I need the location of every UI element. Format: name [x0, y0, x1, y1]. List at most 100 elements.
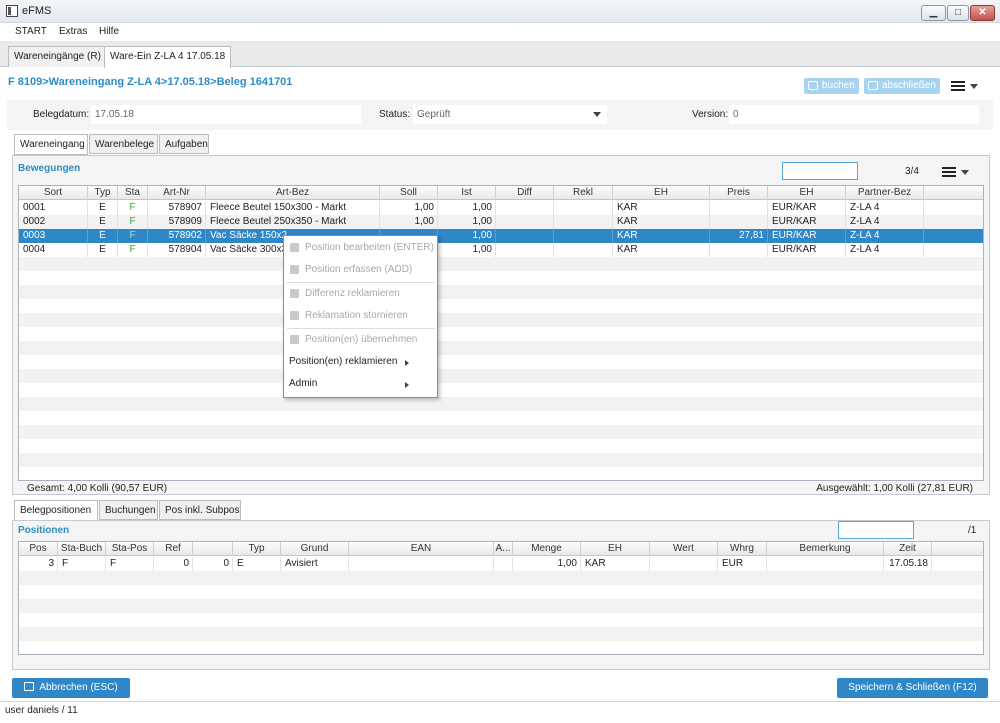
doc-tab-wareneingaenge[interactable]: Wareneingänge (R)	[8, 46, 107, 67]
tab-aufgaben[interactable]: Aufgaben	[159, 134, 209, 154]
tab-wareneingang[interactable]: Wareneingang	[14, 134, 88, 155]
cell-eh: KAR	[613, 215, 710, 229]
ctx-reklamation-stornieren[interactable]: Reklamation stornieren	[284, 305, 437, 327]
col-sort[interactable]: Sort	[19, 186, 88, 200]
empty-row	[19, 285, 983, 299]
ctx-positionen-uebernehmen[interactable]: Position(en) übernehmen	[284, 329, 437, 351]
col-ref2[interactable]	[193, 542, 233, 556]
col-rekl[interactable]: Rekl	[554, 186, 613, 200]
col-art-bez[interactable]: Art-Bez	[206, 186, 380, 200]
beleg-info-panel: Belegdatum: 17.05.18 Status: Geprüft Ver…	[7, 100, 993, 130]
positionen-table[interactable]: Pos Sta-Buch Sta-Pos Ref Typ Grund EAN A…	[18, 541, 984, 655]
table-row-selected[interactable]: 0003 E F 578902 Vac Säcke 150x2 1,00 KAR…	[19, 229, 983, 243]
col-eh[interactable]: EH	[581, 542, 650, 556]
minimize-button[interactable]: ▁	[921, 5, 946, 21]
cell-typ: E	[88, 201, 118, 215]
col-art-nr[interactable]: Art-Nr	[148, 186, 206, 200]
col-sta[interactable]: Sta	[118, 186, 148, 200]
table-row[interactable]: 0001 E F 578907 Fleece Beutel 150x300 - …	[19, 201, 983, 215]
breadcrumb: F 8109>Wareneingang Z-LA 4>17.05.18>Bele…	[8, 76, 293, 88]
close-button[interactable]: ✕	[970, 5, 995, 21]
cancel-label: Abbrechen (ESC)	[39, 682, 118, 693]
cell-ist: 1,00	[438, 201, 496, 215]
empty-row	[19, 627, 983, 641]
bewegungen-table[interactable]: Sort Typ Sta Art-Nr Art-Bez Soll Ist Dif…	[18, 185, 984, 481]
cell-wert	[650, 557, 718, 571]
col-eh[interactable]: EH	[613, 186, 710, 200]
ctx-label: Position(en) reklamieren	[289, 356, 398, 367]
cell-diff	[496, 201, 554, 215]
col-pos[interactable]: Pos	[19, 542, 58, 556]
save-close-button[interactable]: Speichern & Schließen (F12)	[837, 678, 988, 698]
menu-start[interactable]: START	[15, 26, 47, 37]
empty-row	[19, 397, 983, 411]
positionen-panel: Positionen /1 Pos Sta-Buch Sta-Pos Ref T…	[12, 520, 990, 670]
chevron-down-icon[interactable]	[970, 84, 978, 89]
ctx-positionen-reklamieren[interactable]: Position(en) reklamieren	[284, 351, 437, 373]
ctx-admin[interactable]: Admin	[284, 373, 437, 395]
col-partner-bez[interactable]: Partner-Bez	[846, 186, 924, 200]
cell-preis: 27,81	[710, 229, 768, 243]
col-wert[interactable]: Wert	[650, 542, 718, 556]
bewegungen-menu-icon[interactable]	[942, 167, 956, 177]
col-preis[interactable]: Preis	[710, 186, 768, 200]
positionen-search-input[interactable]	[838, 521, 914, 539]
col-whrg[interactable]: Whrg	[718, 542, 767, 556]
ctx-position-bearbeiten[interactable]: Position bearbeiten (ENTER)	[284, 237, 437, 259]
col-zeit[interactable]: Zeit	[884, 542, 932, 556]
table-row[interactable]: 0002 E F 578909 Fleece Beutel 250x350 - …	[19, 215, 983, 229]
cell-partner-bez: Z-LA 4	[846, 215, 924, 229]
menu-extras[interactable]: Extras	[59, 26, 87, 37]
status-select[interactable]: Geprüft	[413, 105, 607, 124]
empty-row	[19, 571, 983, 585]
col-a[interactable]: A...	[494, 542, 513, 556]
app-icon	[6, 5, 18, 17]
menu-icon[interactable]	[951, 81, 965, 91]
menu-hilfe[interactable]: Hilfe	[99, 26, 119, 37]
col-eh2[interactable]: EH	[768, 186, 846, 200]
col-ref[interactable]: Ref	[154, 542, 193, 556]
col-soll[interactable]: Soll	[380, 186, 438, 200]
table-row[interactable]: 0004 E F 578904 Vac Säcke 300x35 1,00 KA…	[19, 243, 983, 257]
belegdatum-field[interactable]: 17.05.18	[91, 105, 361, 124]
cell-sta-buch: F	[58, 557, 106, 571]
buchen-button[interactable]: buchen	[804, 78, 859, 94]
ctx-position-erfassen[interactable]: Position erfassen (ADD)	[284, 259, 437, 281]
table-row[interactable]: 3 F F 0 0 E Avisiert 1,00 KAR EUR 17.05.…	[19, 557, 983, 571]
col-typ[interactable]: Typ	[88, 186, 118, 200]
ctx-differenz-reklamieren[interactable]: Differenz reklamieren	[284, 283, 437, 305]
cell-preis	[710, 201, 768, 215]
col-sta-pos[interactable]: Sta-Pos	[106, 542, 154, 556]
tab-buchungen[interactable]: Buchungen	[99, 500, 158, 520]
tab-pos-inkl-subpos[interactable]: Pos inkl. Subpos	[159, 500, 241, 520]
cancel-button[interactable]: Abbrechen (ESC)	[12, 678, 130, 698]
col-ist[interactable]: Ist	[438, 186, 496, 200]
tab-belegpositionen[interactable]: Belegpositionen	[14, 500, 98, 521]
col-sta-buch[interactable]: Sta-Buch	[58, 542, 106, 556]
maximize-button[interactable]: □	[947, 5, 969, 21]
col-ean[interactable]: EAN	[349, 542, 494, 556]
cell-art-bez: Fleece Beutel 250x350 - Markt	[206, 215, 380, 229]
ctx-label: Position(en) übernehmen	[305, 334, 418, 345]
col-grund[interactable]: Grund	[281, 542, 349, 556]
bewegungen-search-input[interactable]	[782, 162, 858, 180]
cell-eh: KAR	[613, 201, 710, 215]
cell-art-nr: 578909	[148, 215, 206, 229]
chevron-right-icon	[405, 360, 409, 366]
col-diff[interactable]: Diff	[496, 186, 554, 200]
doc-tab-ware-ein[interactable]: Ware-Ein Z-LA 4 17.05.18	[104, 46, 232, 68]
col-menge[interactable]: Menge	[513, 542, 581, 556]
abschliessen-button[interactable]: abschließen	[864, 78, 940, 94]
empty-row	[19, 425, 983, 439]
col-typ[interactable]: Typ	[233, 542, 281, 556]
trash-icon	[290, 311, 299, 320]
col-bemerkung[interactable]: Bemerkung	[767, 542, 884, 556]
cell-art-nr: 578902	[148, 229, 206, 243]
chevron-down-icon[interactable]	[961, 170, 969, 175]
tab-warenbelege[interactable]: Warenbelege	[89, 134, 158, 154]
cell-typ: E	[233, 557, 281, 571]
cell-art-bez: Fleece Beutel 150x300 - Markt	[206, 201, 380, 215]
abschliessen-label: abschließen	[882, 80, 936, 91]
version-field[interactable]: 0	[729, 105, 979, 124]
cell-preis	[710, 215, 768, 229]
